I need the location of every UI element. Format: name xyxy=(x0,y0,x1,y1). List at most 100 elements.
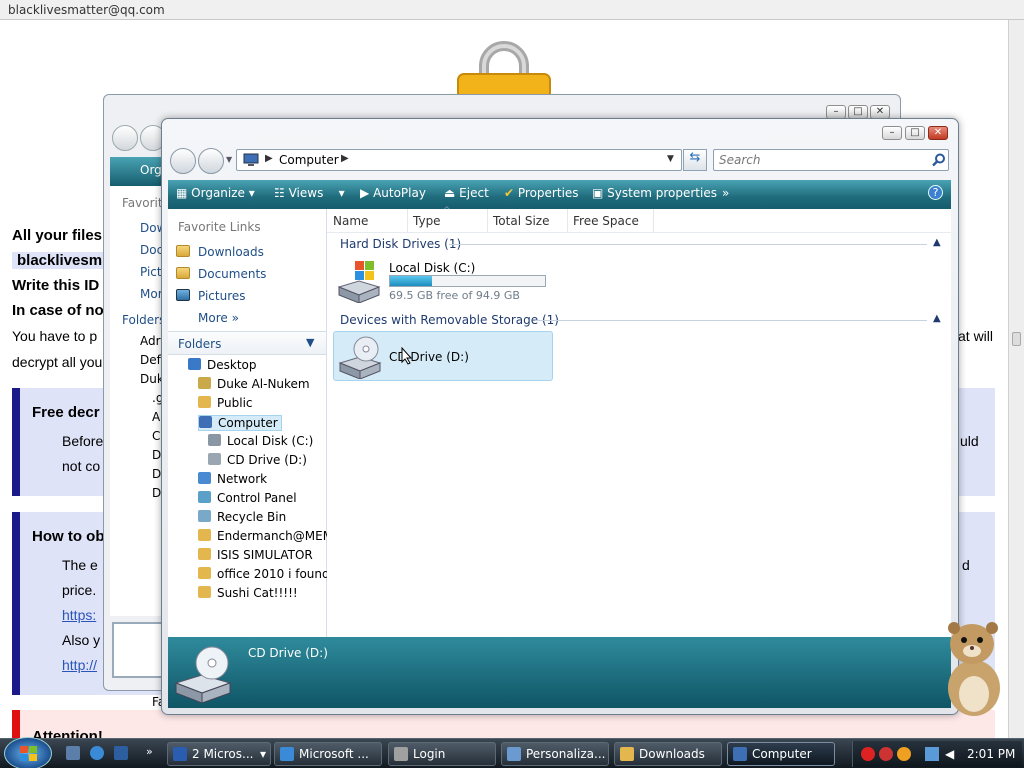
folder-tree-label: Desktop xyxy=(207,358,257,372)
back-tree-item[interactable]: A xyxy=(152,410,160,424)
clock[interactable]: 2:01 PM xyxy=(967,747,1015,761)
back-maximize-button[interactable]: □ xyxy=(848,105,868,119)
properties-button[interactable]: ✔ Properties xyxy=(504,186,579,200)
network-icon xyxy=(198,472,211,484)
start-button[interactable] xyxy=(4,737,52,768)
network-alert-icon[interactable] xyxy=(879,747,893,761)
quicklaunch-more-icon[interactable]: » xyxy=(146,745,153,758)
group-hard-disk-drives[interactable]: Hard Disk Drives (1) xyxy=(340,237,461,251)
folder-tree-item[interactable]: Duke Al-Nukem xyxy=(198,377,310,391)
back-button[interactable] xyxy=(170,148,196,174)
group-removable-storage[interactable]: Devices with Removable Storage (1) xyxy=(340,313,559,327)
the-e-text: The e xyxy=(62,557,98,573)
folder-tree-item[interactable]: Local Disk (C:) xyxy=(208,434,313,448)
back-nav-item[interactable]: Doc xyxy=(140,243,163,257)
address-bar[interactable]: ▶ Computer ▶ ▼ xyxy=(236,149,682,171)
http-link[interactable]: http:// xyxy=(62,657,97,673)
security-alert-icon[interactable] xyxy=(861,747,875,761)
folder-tree-item[interactable]: office 2010 i found c xyxy=(198,567,340,581)
volume-icon[interactable]: ◀ xyxy=(945,747,959,761)
network-tray-icon[interactable] xyxy=(925,747,939,761)
folder-tree-item[interactable]: Sushi Cat!!!!! xyxy=(198,586,298,600)
folder-tree-item[interactable]: Recycle Bin xyxy=(198,510,286,524)
quicklaunch-ie-icon[interactable] xyxy=(90,746,104,760)
mouse-cursor-icon xyxy=(401,347,413,365)
back-tree-item[interactable]: Adr xyxy=(140,334,161,348)
folders-label: Folders xyxy=(178,337,222,351)
taskbar-button[interactable]: 2 Micros... ▾ xyxy=(167,742,271,766)
page-scrollbar[interactable] xyxy=(1008,20,1024,738)
help-button[interactable]: ? xyxy=(928,185,943,200)
folder-tree-item[interactable]: Computer xyxy=(198,415,282,431)
minimize-button[interactable]: – xyxy=(882,126,902,140)
more-commands-button[interactable]: » xyxy=(722,186,729,200)
column-free-space[interactable]: Free Space xyxy=(573,214,639,228)
organize-button[interactable]: ▦ Organize ▾ xyxy=(176,186,255,200)
folder-tree-item[interactable]: CD Drive (D:) xyxy=(208,453,307,467)
navigation-pane: Favorite Links Downloads Documents Pictu… xyxy=(168,209,340,637)
back-folders-header[interactable]: Folders xyxy=(122,313,165,327)
refresh-button[interactable]: ⇆ xyxy=(683,149,707,171)
search-box[interactable]: Search xyxy=(713,149,949,171)
folder-tree-item[interactable]: Control Panel xyxy=(198,491,297,505)
back-tree-item[interactable]: Def xyxy=(140,353,161,367)
column-name[interactable]: Name xyxy=(333,214,368,228)
favorite-link-documents[interactable]: Documents xyxy=(198,267,266,281)
search-placeholder[interactable]: Search xyxy=(719,153,761,167)
back-nav-item[interactable]: Pict xyxy=(140,265,162,279)
back-nav-item[interactable]: Mor xyxy=(140,287,163,301)
quicklaunch-switch-icon[interactable] xyxy=(114,746,128,760)
views-button[interactable]: ☷ Views ▾ xyxy=(274,186,345,200)
close-button[interactable]: ✕ xyxy=(928,126,948,140)
back-tree-item[interactable]: D xyxy=(152,486,161,500)
eject-label: Eject xyxy=(459,186,489,200)
more-links[interactable]: More » xyxy=(198,311,239,325)
cd-drive-item[interactable]: CD Drive (D:) xyxy=(333,331,553,381)
collapse-group-icon[interactable]: ▲ xyxy=(933,313,941,324)
breadcrumb-chevron-icon[interactable]: ▶ xyxy=(341,153,349,164)
column-type[interactable]: Type xyxy=(413,214,441,228)
in-case-text: In case of no xyxy=(12,302,104,319)
address-dropdown-icon[interactable]: ▼ xyxy=(667,154,674,164)
favorite-link-pictures[interactable]: Pictures xyxy=(198,289,246,303)
quicklaunch-desktop-icon[interactable] xyxy=(66,746,80,760)
before-text: Before xyxy=(62,433,104,449)
back-minimize-button[interactable]: – xyxy=(826,105,846,119)
recent-pages-dropdown-icon[interactable]: ▼ xyxy=(226,155,232,164)
https-link[interactable]: https: xyxy=(62,607,96,623)
favorite-link-downloads[interactable]: Downloads xyxy=(198,245,264,259)
folder-tree-label: ISIS SIMULATOR xyxy=(217,548,313,562)
group-divider xyxy=(535,320,927,321)
folder-tree-item[interactable]: Network xyxy=(198,472,267,486)
search-icon[interactable] xyxy=(932,153,946,167)
search-tray-icon[interactable] xyxy=(897,747,911,761)
taskbar-button[interactable]: Login xyxy=(388,742,496,766)
breadcrumb-separator-icon[interactable]: ▶ xyxy=(265,153,273,164)
local-disk-item[interactable]: Local Disk (C:) 69.5 GB free of 94.9 GB xyxy=(333,255,553,305)
eject-button[interactable]: ⏏ Eject xyxy=(444,186,489,200)
scrollbar-thumb[interactable] xyxy=(1012,332,1021,346)
folders-header[interactable]: Folders ▼ xyxy=(168,331,326,355)
column-total-size[interactable]: Total Size xyxy=(493,214,549,228)
taskbar-button[interactable]: Downloads xyxy=(614,742,722,766)
chevron-down-icon[interactable]: ▼ xyxy=(306,336,314,349)
folder-tree-item[interactable]: Public xyxy=(198,396,253,410)
taskbar-button[interactable]: Personaliza... xyxy=(501,742,609,766)
autoplay-button[interactable]: ▶ AutoPlay xyxy=(360,186,426,200)
back-tree-item[interactable]: D xyxy=(152,448,161,462)
address-path[interactable]: Computer xyxy=(279,153,339,167)
forward-button[interactable] xyxy=(198,148,224,174)
back-close-button[interactable]: ✕ xyxy=(870,105,890,119)
personalize-icon xyxy=(507,747,521,761)
taskbar-button[interactable]: Microsoft ... xyxy=(274,742,382,766)
collapse-group-icon[interactable]: ▲ xyxy=(933,237,941,248)
maximize-button[interactable]: □ xyxy=(905,126,925,140)
folder-tree-item[interactable]: Endermanch@MEM xyxy=(198,529,333,543)
back-tree-item[interactable]: D xyxy=(152,467,161,481)
back-back-button[interactable] xyxy=(112,125,138,151)
taskbar-button[interactable]: Computer xyxy=(727,742,835,766)
system-properties-button[interactable]: ▣ System properties xyxy=(592,186,717,200)
back-tree-item[interactable]: C xyxy=(152,429,160,443)
folder-tree-item[interactable]: Desktop xyxy=(188,358,257,372)
folder-tree-item[interactable]: ISIS SIMULATOR xyxy=(198,548,313,562)
